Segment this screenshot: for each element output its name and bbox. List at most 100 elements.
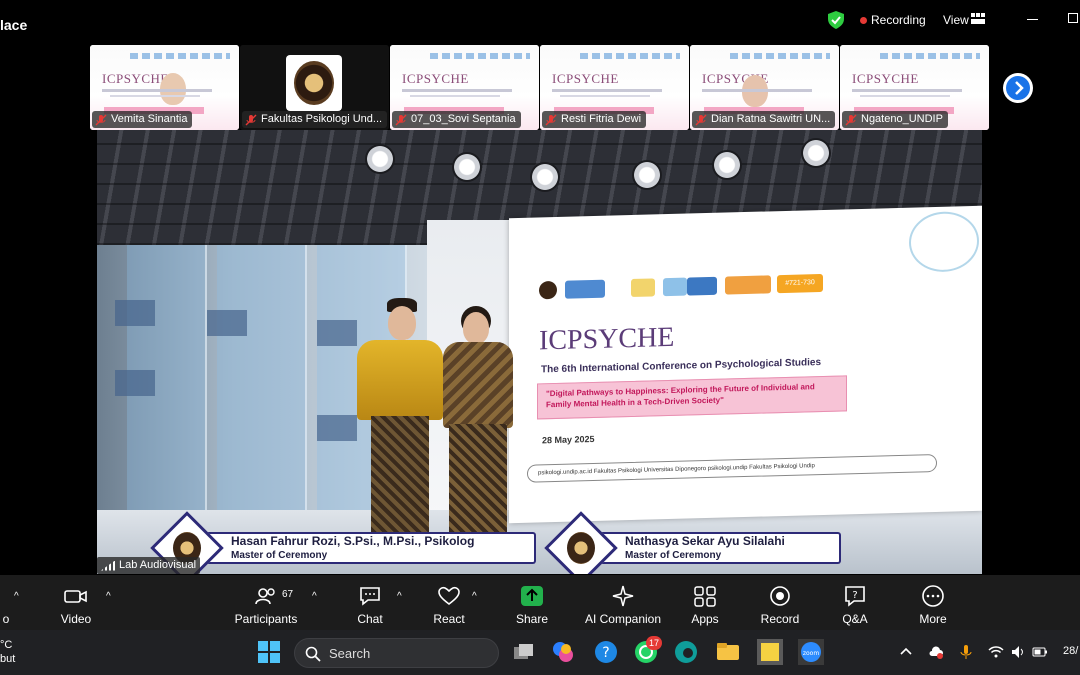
shield-check-icon[interactable]: [828, 11, 844, 29]
caption-name: Nathasya Sekar Ayu Silalahi: [625, 534, 785, 548]
participant-tile[interactable]: ICPSYCHE 07_03_Sovi Septania: [390, 45, 539, 130]
participant-tile[interactable]: Fakultas Psikologi Und...: [240, 45, 389, 130]
university-crest-logo: [286, 55, 342, 111]
toolbar-label: Apps: [691, 612, 719, 626]
share-screen-icon: [521, 586, 543, 606]
sponsor-logos: #721-730: [539, 273, 829, 302]
recording-indicator[interactable]: Recording: [871, 13, 926, 27]
participant-name-label: Dian Ratna Sawitri UN...: [692, 111, 836, 128]
chevron-up-icon[interactable]: ^: [106, 591, 116, 602]
weather-temp: °C: [0, 639, 13, 651]
view-button[interactable]: View: [943, 13, 969, 27]
participant-name: Dian Ratna Sawitri UN...: [711, 113, 831, 125]
toolbar-label: o: [2, 612, 10, 626]
chevron-up-icon[interactable]: ^: [397, 591, 407, 602]
mic-muted-icon: [845, 114, 857, 125]
mic-muted-icon: [95, 114, 107, 125]
toolbar-label: AI Companion: [584, 612, 662, 626]
participant-tile[interactable]: ICPSYCHE Ngateno_UNDIP: [840, 45, 989, 130]
participant-name-label: 07_03_Sovi Septania: [392, 111, 521, 128]
conference-theme: "Digital Pathways to Happiness: Explorin…: [546, 382, 815, 410]
participant-name-label: Vemita Sinantia: [92, 111, 193, 128]
audio-button[interactable]: o: [0, 575, 12, 630]
record-button[interactable]: Record: [758, 575, 802, 630]
search-placeholder: Search: [329, 646, 371, 661]
more-icon: [922, 585, 944, 607]
participant-tile[interactable]: ICPSYCHE Resti Fitria Dewi: [540, 45, 689, 130]
sparkle-icon: [612, 585, 634, 607]
chevron-up-icon[interactable]: [898, 644, 914, 660]
thumb-logo: ICPSYCHE: [102, 71, 169, 86]
chat-icon: [360, 587, 380, 606]
ai-companion-button[interactable]: AI Companion: [583, 575, 663, 630]
more-button[interactable]: More: [912, 575, 954, 630]
toolbar-label: Chat: [357, 612, 383, 626]
caption-host-1: Hasan Fahrur Rozi, S.Psi., M.Psi., Psiko…: [150, 511, 536, 574]
participant-name: Resti Fitria Dewi: [561, 113, 642, 125]
toolbar-label: Participants: [234, 612, 298, 626]
stage-light: [530, 162, 560, 192]
maximize-icon[interactable]: [1068, 13, 1078, 23]
zoom-app-icon[interactable]: zoom: [798, 639, 824, 665]
copilot-icon[interactable]: [550, 639, 576, 665]
minimize-icon[interactable]: [1027, 19, 1038, 20]
main-video-stage: #721-730 ICPSYCHE The 6th International …: [97, 130, 982, 574]
mic-muted-icon: [695, 114, 707, 125]
chevron-up-icon[interactable]: ^: [312, 591, 322, 602]
wifi-icon[interactable]: [988, 644, 1004, 660]
chevron-up-icon[interactable]: ^: [14, 591, 24, 602]
microphone-icon[interactable]: [958, 644, 974, 660]
notification-badge: 17: [646, 636, 662, 650]
weather-widget[interactable]: °C but: [0, 638, 15, 666]
mic-muted-icon: [395, 114, 407, 125]
participant-name-label: Resti Fitria Dewi: [542, 111, 647, 128]
zoom-window: lace Recording View ICPSYCHE Vemita Sina…: [0, 0, 1080, 675]
edge-browser-icon[interactable]: [673, 639, 699, 665]
source-name: Lab Audiovisual: [119, 559, 197, 571]
caption-role: Master of Ceremony: [625, 550, 722, 561]
participants-button[interactable]: Participants: [232, 575, 300, 630]
title-bar: lace Recording View: [0, 0, 1080, 44]
participant-tile[interactable]: ICPSYCHE Dian Ratna Sawitri UN...: [690, 45, 839, 130]
share-screen-button[interactable]: Share: [510, 575, 554, 630]
social-footer: psikologi.undip.ac.id Fakultas Psikologi…: [527, 453, 937, 483]
meeting-toolbar: o ^ Video ^ Participants 67 ^ Chat ^ Rea…: [0, 575, 1080, 630]
participant-tile[interactable]: ICPSYCHE Vemita Sinantia: [90, 45, 239, 130]
cloud-sync-icon[interactable]: [928, 644, 944, 660]
participant-name: Vemita Sinantia: [111, 113, 188, 125]
windows-start-icon[interactable]: [258, 641, 280, 663]
stage-light: [801, 138, 831, 168]
next-page-button[interactable]: [1003, 73, 1033, 103]
volume-icon[interactable]: [1010, 644, 1026, 660]
window-title: lace: [0, 17, 28, 33]
chat-button[interactable]: Chat: [348, 575, 392, 630]
stage-light: [712, 150, 742, 180]
recording-dot-icon: [860, 17, 867, 24]
record-icon: [770, 586, 790, 606]
task-view-icon[interactable]: [510, 639, 536, 665]
video-button[interactable]: Video: [52, 575, 100, 630]
apps-button[interactable]: Apps: [684, 575, 726, 630]
grid-view-icon[interactable]: [971, 13, 985, 24]
search-icon: [305, 646, 321, 662]
apps-icon: [694, 586, 716, 607]
qa-button[interactable]: ? Q&A: [835, 575, 875, 630]
heart-icon: [438, 586, 460, 606]
sticky-notes-icon[interactable]: [757, 639, 783, 665]
chevron-up-icon[interactable]: ^: [472, 591, 482, 602]
participants-icon: [255, 588, 275, 605]
participant-name-label: Fakultas Psikologi Und...: [242, 111, 387, 128]
file-explorer-icon[interactable]: [715, 639, 741, 665]
toolbar-label: Record: [760, 612, 800, 626]
participant-name: 07_03_Sovi Septania: [411, 113, 516, 125]
conference-date: 28 May 2025: [542, 433, 595, 446]
help-icon[interactable]: ?: [593, 639, 619, 665]
theme-box: "Digital Pathways to Happiness: Explorin…: [537, 375, 847, 420]
caption-name: Hasan Fahrur Rozi, S.Psi., M.Psi., Psiko…: [231, 534, 475, 548]
system-clock[interactable]: 28/: [1063, 645, 1078, 657]
react-button[interactable]: React: [427, 575, 471, 630]
thumb-logo: ICPSYCHE: [402, 71, 469, 86]
taskbar-search[interactable]: Search: [294, 638, 499, 668]
stage-light: [452, 152, 482, 182]
battery-icon[interactable]: [1032, 644, 1048, 660]
